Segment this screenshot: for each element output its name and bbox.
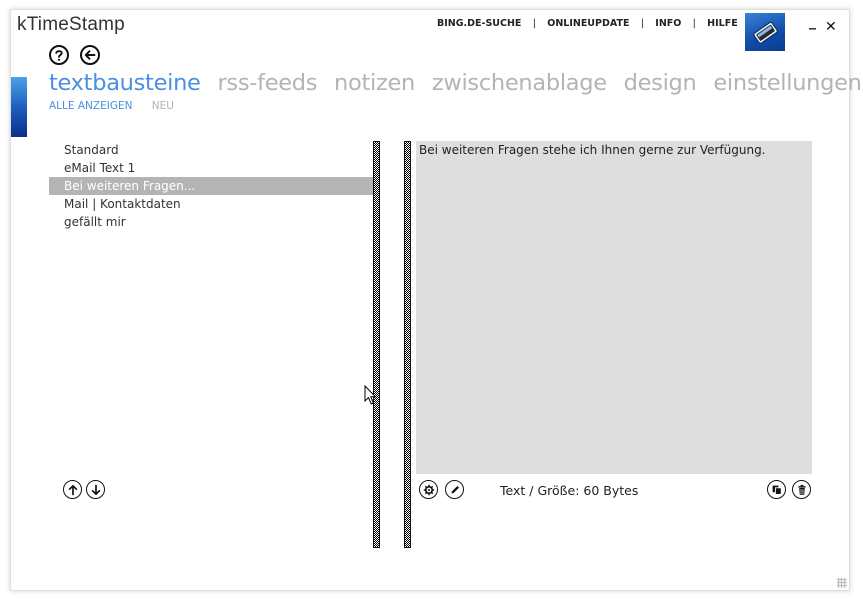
nav-separator: | [532, 18, 536, 29]
help-button[interactable] [49, 45, 69, 65]
list-item[interactable]: Mail | Kontaktdaten [49, 195, 374, 213]
nav-online-update[interactable]: ONLINEUPDATE [547, 18, 629, 29]
help-icon [55, 50, 63, 61]
size-label: Text / Größe: 60 Bytes [500, 483, 639, 498]
gear-icon [423, 484, 434, 495]
arrow-down-icon [91, 484, 100, 495]
trash-icon [797, 484, 806, 495]
move-up-button[interactable] [63, 480, 82, 499]
app-logo [745, 13, 785, 51]
close-button[interactable]: ✕ [825, 19, 837, 35]
app-window: kTimeStamp BING.DE-SUCHE | ONLINEUPDATE … [10, 9, 862, 591]
app-title: kTimeStamp [17, 14, 125, 35]
subtab-new[interactable]: NEU [152, 100, 174, 112]
tab-textbausteine[interactable]: textbausteine [49, 70, 201, 96]
back-arrow-icon [84, 50, 96, 60]
list-item[interactable]: eMail Text 1 [49, 159, 374, 177]
back-button[interactable] [80, 45, 100, 65]
arrow-up-icon [68, 484, 77, 495]
tab-zwischenablage[interactable]: zwischenablage [432, 70, 607, 96]
mouse-cursor-icon [364, 385, 377, 405]
subtab-show-all[interactable]: ALLE ANZEIGEN [49, 100, 132, 112]
splitter-left[interactable] [373, 141, 380, 548]
top-nav: BING.DE-SUCHE | ONLINEUPDATE | INFO | HI… [437, 18, 738, 29]
nav-bing-search[interactable]: BING.DE-SUCHE [437, 18, 521, 29]
settings-button[interactable] [419, 480, 438, 499]
main-tabs: textbausteine rss-feeds notizen zwischen… [49, 70, 863, 96]
sub-tabs: ALLE ANZEIGEN NEU [49, 100, 190, 112]
list-item[interactable]: Standard [49, 141, 374, 159]
snippet-list: Standard eMail Text 1 Bei weiteren Frage… [49, 141, 374, 231]
minimize-button[interactable]: _ [809, 14, 816, 30]
splitter-right[interactable] [404, 141, 411, 548]
tab-einstellungen[interactable]: einstellungen [713, 70, 862, 96]
tab-rss-feeds[interactable]: rss-feeds [217, 70, 317, 96]
move-down-button[interactable] [86, 480, 105, 499]
tab-design[interactable]: design [624, 70, 697, 96]
resize-grip[interactable] [837, 578, 847, 588]
edit-button[interactable] [445, 480, 464, 499]
delete-button[interactable] [792, 480, 811, 499]
tab-notizen[interactable]: notizen [334, 70, 415, 96]
accent-bar [11, 77, 27, 137]
nav-separator: | [692, 18, 696, 29]
stamp-icon [753, 21, 778, 44]
list-item-selected[interactable]: Bei weiteren Fragen... [49, 177, 374, 195]
snippet-editor[interactable]: Bei weiteren Fragen stehe ich Ihnen gern… [416, 141, 812, 474]
pencil-icon [451, 485, 459, 493]
nav-info[interactable]: INFO [655, 18, 681, 29]
list-item[interactable]: gefällt mir [49, 213, 374, 231]
nav-separator: | [640, 18, 644, 29]
copy-button[interactable] [767, 480, 786, 499]
copy-icon [772, 485, 782, 495]
nav-help[interactable]: HILFE [707, 18, 738, 29]
